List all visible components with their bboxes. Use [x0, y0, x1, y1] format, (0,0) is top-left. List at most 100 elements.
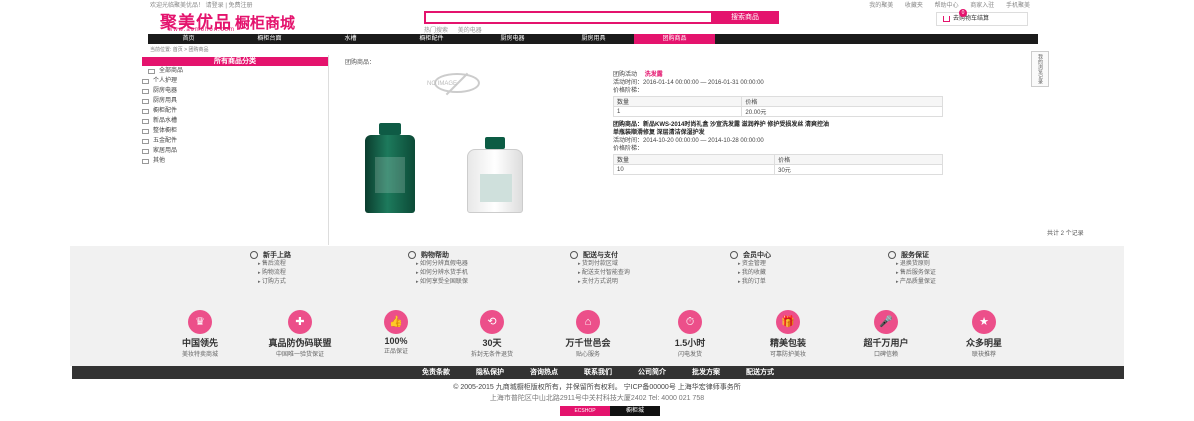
bottle-cap	[485, 137, 505, 149]
sidebar-category[interactable]: 橱柜配件	[142, 106, 328, 116]
guide-link[interactable]: 产品质量保证	[888, 278, 1048, 287]
nav-item-sinks[interactable]: 水槽	[310, 34, 391, 44]
service-badge: ★ 众多明星 联袂推荐	[934, 310, 1034, 358]
guide-link[interactable]: 售后服务保证	[888, 269, 1048, 278]
cart-icon	[943, 16, 950, 22]
copyright: © 2005-2015 九商城橱柜版权所有，并保留所有权利。 宁ICP备0000…	[453, 384, 741, 391]
table-header: 价格	[741, 96, 943, 107]
top-link[interactable]: 商家入驻	[970, 3, 994, 9]
product-image-bottle-large[interactable]	[365, 123, 415, 213]
table-header: 数量	[612, 154, 776, 165]
no-image-text: NO IMAGE	[427, 81, 458, 87]
guide-link[interactable]: 资金管理	[730, 260, 890, 269]
nav-item-appliances[interactable]: 厨房电器	[472, 34, 553, 44]
nav-item-group-buy[interactable]: 团购商品	[634, 34, 715, 44]
footer-link[interactable]: 配送方式	[746, 366, 774, 379]
nav-item-home[interactable]: 首页	[148, 34, 229, 44]
top-link[interactable]: 我的聚美	[869, 3, 893, 9]
browse-history-tab[interactable]: 我的浏览记录	[1031, 51, 1049, 87]
sidebar-category[interactable]: 个人护理	[142, 76, 328, 86]
category-sidebar: 所有商品分类 全部商品 个人护理 厨房电器 厨房用具 橱柜配件 新品水槽 整体橱…	[142, 57, 328, 166]
guide-link[interactable]: 订购方式	[250, 278, 410, 287]
ecshop-logo: ECSHOP	[560, 406, 610, 416]
promo-name-continued[interactable]: 单瓶装顺滑修复 深层清洁保湿护发	[613, 129, 943, 137]
guide-icon	[408, 251, 416, 259]
search-box: 搜索商品	[424, 11, 779, 24]
guide-link[interactable]: 配送支付智能查询	[570, 269, 730, 278]
footer-link[interactable]: 批发方案	[692, 366, 720, 379]
guide-link[interactable]: 退换货原则	[888, 260, 1048, 269]
table-header-row: 数量 价格	[612, 96, 943, 107]
bottle-body	[365, 135, 415, 213]
search-input[interactable]	[428, 13, 728, 22]
cart-button[interactable]: 0 去购物车结算	[936, 9, 1028, 26]
record-count: 共计 2 个记录	[1047, 231, 1084, 237]
category-box-icon	[142, 148, 149, 154]
top-link[interactable]: 手机聚美	[1006, 3, 1030, 9]
footer-link[interactable]: 公司简介	[638, 366, 666, 379]
service-badge: ♛ 中国领先 美妆特卖商城	[150, 310, 250, 358]
powered-by-badge[interactable]: ECSHOP 橱柜城	[560, 406, 660, 416]
nav-item-countertops[interactable]: 橱柜台面	[229, 34, 310, 44]
service-badge: ✚ 真品防伪码联盟 中国唯一验货保证	[250, 310, 350, 358]
star-icon: ★	[972, 310, 996, 334]
footer-nav: 免责条款 隐私保护 咨询热点 联系我们 公司简介 批发方案 配送方式	[72, 366, 1124, 379]
footer-link[interactable]: 隐私保护	[476, 366, 504, 379]
guide-link[interactable]: 售后流程	[250, 260, 410, 269]
promo-name[interactable]: 团购商品：新品KWS-2014时尚礼盒 沙宣洗发露 滋润养护 修护受损发丝 清爽…	[613, 121, 943, 129]
promo-time: 活动时间：2014-10-20 00:00:00 — 2014-10-28 00…	[613, 138, 764, 144]
content-title: 团购商品：	[345, 60, 376, 66]
product-image-bottle-small[interactable]	[467, 137, 523, 213]
sidebar-category[interactable]: 五金配件	[142, 136, 328, 146]
sidebar-category[interactable]: 整体橱柜	[142, 126, 328, 136]
guide-link[interactable]: 如何分辨水货手机	[408, 269, 568, 278]
guide-icon	[730, 251, 738, 259]
sidebar-category[interactable]: 新品水槽	[142, 116, 328, 126]
gift-icon: 🎁	[776, 310, 800, 334]
footer-link[interactable]: 咨询热点	[530, 366, 558, 379]
address: 上海市普陀区中山北路2911号中关村科技大厦2402 Tel: 4000 021…	[489, 395, 705, 402]
top-link[interactable]: 帮助中心	[935, 3, 959, 9]
table-cell: 30元	[774, 164, 943, 175]
nav-item-utensils[interactable]: 厨房用具	[553, 34, 634, 44]
bottle-label	[480, 174, 512, 202]
sidebar-category[interactable]: 全部商品	[142, 66, 328, 76]
sidebar-category[interactable]: 家居用品	[142, 146, 328, 156]
sidebar-heading: 所有商品分类	[142, 57, 328, 66]
table-row: 10 30元	[612, 164, 943, 175]
price-table: 数量 价格 1 20.00元	[612, 96, 943, 117]
guide-heading: 新手上路	[250, 250, 410, 260]
guide-link[interactable]: 支付方式说明	[570, 278, 730, 287]
guide-link[interactable]: 我的收藏	[730, 269, 890, 278]
table-cell: 1	[612, 106, 743, 117]
table-header: 数量	[612, 96, 743, 107]
guide-icon	[888, 251, 896, 259]
site-logo[interactable]: 聚美优品 橱柜商城 www.acmohon.com	[160, 8, 370, 34]
guide-link[interactable]: 货到付款区域	[570, 260, 730, 269]
guide-link[interactable]: 如何享受全国联保	[408, 278, 568, 287]
guide-link[interactable]: 我的订单	[730, 278, 890, 287]
guide-link[interactable]: 如何分辨真假电器	[408, 260, 568, 269]
service-badges: ♛ 中国领先 美妆特卖商城 ✚ 真品防伪码联盟 中国唯一验货保证 👍 100% 正品保证 ⟲…	[70, 304, 1124, 366]
footer-link[interactable]: 免责条款	[422, 366, 450, 379]
hot-words: 热门搜索 美的电器	[424, 25, 490, 34]
guide-heading: 配送与支付	[570, 250, 730, 260]
guide-column: 会员中心 资金管理 我的收藏 我的订单	[730, 250, 890, 287]
nav-item-accessories[interactable]: 橱柜配件	[391, 34, 472, 44]
service-badge: 🎁 精美包装 可靠防护美妆	[738, 310, 838, 358]
promo-name[interactable]: 洗发露	[645, 72, 663, 78]
guide-icon	[250, 251, 258, 259]
sidebar-category[interactable]: 厨房电器	[142, 86, 328, 96]
search-button[interactable]: 搜索商品	[711, 11, 779, 24]
sidebar-category[interactable]: 其他	[142, 156, 328, 166]
welcome-text[interactable]: 欢迎光临聚美优品！ 请登录 | 免费注册	[150, 0, 253, 9]
top-link[interactable]: 收藏夹	[905, 3, 923, 9]
footer-link[interactable]: 联系我们	[584, 366, 612, 379]
home-icon: ⌂	[576, 310, 600, 334]
cart-count-badge: 0	[959, 9, 967, 17]
guide-link[interactable]: 购物流程	[250, 269, 410, 278]
breadcrumb: 当前位置: 首页 > 团购商品	[150, 47, 209, 53]
guide-icon	[570, 251, 578, 259]
sidebar-category[interactable]: 厨房用具	[142, 96, 328, 106]
guide-column: 配送与支付 货到付款区域 配送支付智能查询 支付方式说明	[570, 250, 730, 287]
